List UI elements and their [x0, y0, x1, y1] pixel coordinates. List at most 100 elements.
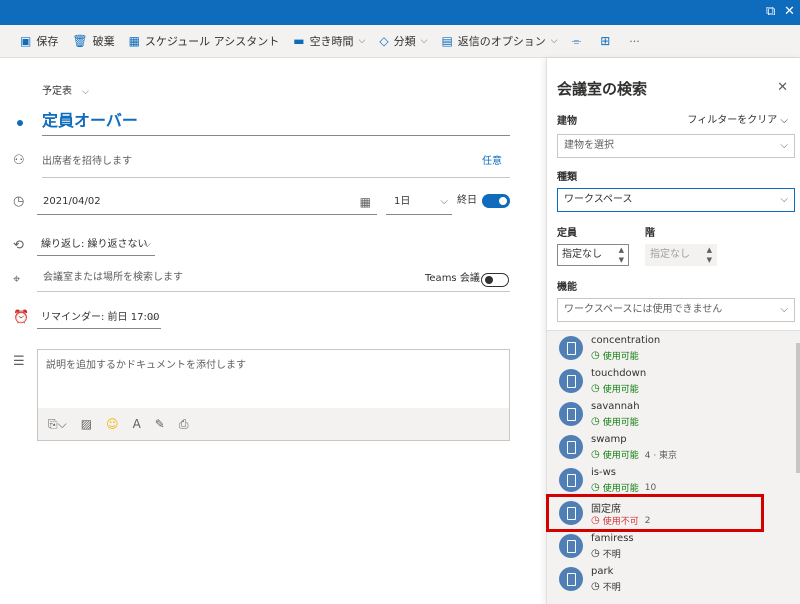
room-list-item[interactable]: swamp ◷ 使用可能 4 · 東京	[551, 432, 787, 465]
room-name: touchdown	[591, 368, 647, 379]
capacity-spinner[interactable]: 指定なし ▲ ▼	[557, 244, 629, 266]
optional-attendees-link[interactable]: 任意	[482, 150, 502, 174]
room-status: ◷ 使用可能	[591, 350, 639, 362]
format-text-icon[interactable]: A	[133, 417, 141, 431]
description-editor[interactable]: 説明を追加するかドキュメントを添付します ⎘⌵ ▨ ☺ A ✎ ⎙	[37, 349, 510, 441]
format-toolbar: ⎘⌵ ▨ ☺ A ✎ ⎙	[38, 408, 509, 440]
text-lines-icon: ☰	[13, 354, 25, 369]
repeat-icon: ⟲	[13, 238, 24, 253]
chevron-down-icon: ⌵	[550, 36, 558, 46]
reminder-dropdown[interactable]: リマインダー: 前日 17:00 ⌵	[37, 307, 161, 329]
save-button[interactable]: ▣ 保存	[20, 33, 58, 49]
room-avatar	[559, 468, 583, 492]
clock-icon: ◷	[591, 449, 600, 460]
spinner-arrows-icon: ▲ ▼	[706, 246, 712, 264]
calendar-color-dot	[17, 120, 23, 126]
image-icon[interactable]: ▨	[81, 417, 92, 431]
type-label: 種類	[557, 172, 577, 183]
attach-icon[interactable]: ⎘⌵	[48, 417, 67, 432]
addin-button[interactable]: ⌯	[572, 34, 587, 49]
building-dropdown[interactable]: 建物を選択 ⌵	[557, 134, 795, 158]
building-label: 建物	[557, 116, 577, 127]
save-icon: ▣	[20, 34, 32, 48]
room-status: ◷ 使用可能 10	[591, 482, 657, 494]
room-status: ◷ 使用可能 4 · 東京	[591, 449, 678, 461]
scheduling-assistant-button[interactable]: ▦ スケジュール アシスタント	[129, 33, 280, 49]
location-icon: ⌖	[13, 272, 21, 287]
room-meta: 10	[644, 482, 657, 493]
busy-status-button[interactable]: ▬ 空き時間 ⌵	[293, 33, 365, 49]
highlight-box	[546, 494, 764, 532]
room-name: swamp	[591, 434, 627, 445]
close-window-icon[interactable]: ✕	[784, 4, 795, 20]
calendar-selector[interactable]: 予定表 ⌵	[42, 82, 89, 97]
clock-icon: ◷	[13, 194, 25, 209]
grid-icon: ⊞	[600, 34, 611, 48]
calendar-people-icon: ▦	[128, 34, 140, 48]
room-list-item[interactable]: famiress ◷ 不明	[551, 531, 787, 564]
duration-dropdown[interactable]: 1日 ⌵	[386, 191, 452, 215]
chevron-down-icon: ⌵	[143, 239, 151, 250]
room-list-item[interactable]: touchdown ◷ 使用可能	[551, 366, 787, 399]
room-status: ◷ 使用可能	[591, 416, 639, 428]
features-label: 機能	[557, 282, 577, 293]
categorize-button[interactable]: ◇ 分類 ⌵	[379, 33, 427, 49]
toolbar: ▣ 保存 🗑 破棄 ▦ スケジュール アシスタント ▬ 空き時間 ⌵ ◇ 分類 ⌵ ▤ 返信のオ…	[0, 25, 800, 58]
addin-icon: ⌯	[571, 33, 582, 48]
room-avatar	[559, 567, 583, 591]
title-bar: ⧉ ✕	[0, 0, 800, 25]
document-icon[interactable]: ⎙	[179, 417, 189, 432]
room-avatar	[559, 402, 583, 426]
room-list: concentration ◷ 使用可能 touchdown ◷ 使用可能 savannah…	[547, 330, 800, 604]
calendar-icon[interactable]: ▦	[360, 191, 371, 213]
room-status: ◷ 不明	[591, 548, 621, 560]
all-day-toggle[interactable]	[482, 194, 510, 208]
teams-meeting-toggle[interactable]	[481, 273, 509, 287]
clock-icon: ◷	[591, 581, 600, 592]
clock-icon: ◷	[591, 383, 600, 394]
clear-filter-button[interactable]: フィルターをクリア ⌵	[687, 111, 788, 126]
room-list-item[interactable]: savannah ◷ 使用可能	[551, 399, 787, 432]
room-name: is-ws	[591, 467, 616, 478]
popout-icon[interactable]: ⧉	[766, 4, 775, 20]
type-dropdown[interactable]: ワークスペース ⌵	[557, 188, 795, 212]
event-title-input[interactable]: 定員オーバー	[42, 108, 510, 136]
chevron-down-icon: ⌵	[149, 312, 157, 323]
room-list-item[interactable]: park ◷ 不明	[551, 564, 787, 597]
chevron-down-icon: ⌵	[420, 36, 428, 46]
spinner-arrows-icon[interactable]: ▲ ▼	[619, 245, 624, 265]
date-picker[interactable]: 2021/04/02 ▦	[37, 191, 377, 215]
room-name: famiress	[591, 533, 634, 544]
person-icon: ⚇	[13, 153, 25, 168]
chevron-down-icon: ⌵	[780, 115, 788, 126]
trash-icon: 🗑	[72, 34, 88, 48]
room-list-scrollbar[interactable]	[796, 343, 800, 473]
recurrence-dropdown[interactable]: 繰り返し: 繰り返さない ⌵	[37, 234, 155, 256]
room-avatar	[559, 336, 583, 360]
room-avatar	[559, 435, 583, 459]
room-avatar	[559, 369, 583, 393]
discard-button[interactable]: 🗑 破棄	[72, 33, 114, 49]
response-options-button[interactable]: ▤ 返信のオプション ⌵	[441, 33, 557, 49]
all-day-label: 終日	[457, 195, 477, 206]
floor-label: 階	[645, 228, 655, 239]
chevron-down-icon: ⌵	[780, 140, 788, 151]
chevron-down-icon: ⌵	[358, 36, 366, 46]
teams-meeting-label: Teams 会議	[425, 273, 480, 284]
event-form: 予定表 ⌵ 定員オーバー ⚇ 出席者を招待します 任意 ◷ 2021/04/02 …	[0, 58, 546, 604]
features-dropdown[interactable]: ワークスペースには使用できません ⌵	[557, 298, 795, 322]
emoji-icon[interactable]: ☺	[106, 417, 119, 431]
chevron-down-icon: ⌵	[82, 87, 89, 97]
attendees-input[interactable]: 出席者を招待します 任意	[42, 150, 510, 178]
room-avatar	[559, 534, 583, 558]
reply-icon: ▤	[441, 34, 453, 48]
pen-icon[interactable]: ✎	[155, 417, 165, 431]
clock-icon: ◷	[591, 416, 600, 427]
room-meta: 4 · 東京	[644, 451, 678, 461]
apps-button[interactable]: ⊞	[600, 34, 615, 48]
panel-title: 会議室の検索	[557, 80, 648, 98]
chevron-down-icon: ⌵	[780, 194, 788, 205]
close-icon[interactable]: ✕	[777, 80, 788, 95]
room-list-item[interactable]: concentration ◷ 使用可能	[551, 333, 787, 366]
more-button[interactable]: ···	[629, 35, 640, 48]
